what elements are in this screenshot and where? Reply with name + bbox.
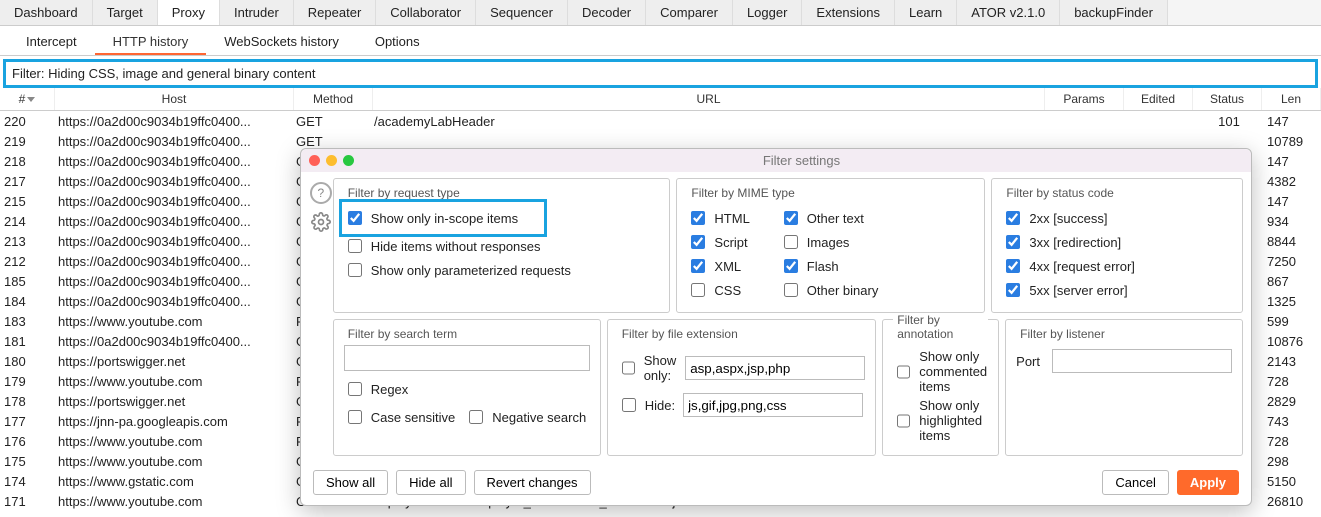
chk-other-text[interactable]: Other text bbox=[780, 208, 879, 228]
chk-negative[interactable]: Negative search bbox=[465, 407, 586, 427]
chk-flash[interactable]: Flash bbox=[780, 256, 879, 276]
subtab-websockets-history[interactable]: WebSockets history bbox=[206, 30, 357, 55]
chk-regex[interactable]: Regex bbox=[344, 379, 409, 399]
hide-all-button[interactable]: Hide all bbox=[396, 470, 465, 495]
box-label: Filter by MIME type bbox=[687, 186, 798, 200]
chk-3xx[interactable]: 3xx [redirection] bbox=[1002, 232, 1232, 252]
box-search: Filter by search term Regex Case sensiti… bbox=[333, 319, 601, 456]
chk-case[interactable]: Case sensitive bbox=[344, 407, 456, 427]
search-term-input[interactable] bbox=[344, 345, 590, 371]
box-label: Filter by annotation bbox=[893, 313, 988, 341]
tab-collaborator[interactable]: Collaborator bbox=[376, 0, 476, 25]
chk-show-only-ext[interactable]: Show only: bbox=[618, 353, 678, 383]
box-status: Filter by status code 2xx [success] 3xx … bbox=[991, 178, 1243, 313]
box-request-type: Filter by request type Show only in-scop… bbox=[333, 178, 671, 313]
chk-5xx[interactable]: 5xx [server error] bbox=[1002, 280, 1232, 300]
sub-tabs: InterceptHTTP historyWebSockets historyO… bbox=[0, 26, 1321, 56]
box-label: Filter by status code bbox=[1002, 186, 1117, 200]
tab-extensions[interactable]: Extensions bbox=[802, 0, 895, 25]
minimize-icon[interactable] bbox=[326, 155, 337, 166]
chk-xml[interactable]: XML bbox=[687, 256, 749, 276]
col-params[interactable]: Params bbox=[1045, 88, 1124, 110]
box-extension: Filter by file extension Show only: Hide… bbox=[607, 319, 877, 456]
tab-learn[interactable]: Learn bbox=[895, 0, 957, 25]
chevron-down-icon bbox=[27, 97, 35, 102]
filter-bar[interactable]: Filter: Hiding CSS, image and general bi… bbox=[3, 59, 1318, 88]
chk-css[interactable]: CSS bbox=[687, 280, 749, 300]
apply-button[interactable]: Apply bbox=[1177, 470, 1239, 495]
box-label: Filter by listener bbox=[1016, 327, 1109, 341]
tab-backupfinder[interactable]: backupFinder bbox=[1060, 0, 1168, 25]
chk-other-binary[interactable]: Other binary bbox=[780, 280, 879, 300]
help-icon[interactable]: ? bbox=[310, 182, 332, 204]
col-number[interactable]: # bbox=[0, 88, 55, 110]
box-annotation: Filter by annotation Show only commented… bbox=[882, 319, 999, 456]
col-host[interactable]: Host bbox=[55, 88, 294, 110]
chk-parameterized[interactable]: Show only parameterized requests bbox=[344, 260, 660, 280]
close-icon[interactable] bbox=[309, 155, 320, 166]
chk-script[interactable]: Script bbox=[687, 232, 749, 252]
chk-commented[interactable]: Show only commented items bbox=[893, 349, 988, 394]
chk-hide-ext[interactable]: Hide: bbox=[618, 395, 675, 415]
tab-target[interactable]: Target bbox=[93, 0, 158, 25]
chk-images[interactable]: Images bbox=[780, 232, 879, 252]
tab-dashboard[interactable]: Dashboard bbox=[0, 0, 93, 25]
col-edited[interactable]: Edited bbox=[1124, 88, 1193, 110]
revert-button[interactable]: Revert changes bbox=[474, 470, 591, 495]
gear-icon[interactable] bbox=[311, 212, 331, 232]
chk-highlighted[interactable]: Show only highlighted items bbox=[893, 398, 988, 443]
subtab-options[interactable]: Options bbox=[357, 30, 438, 55]
chk-inscope[interactable]: Show only in-scope items bbox=[344, 208, 518, 228]
tab-repeater[interactable]: Repeater bbox=[294, 0, 376, 25]
dialog-titlebar[interactable]: Filter settings bbox=[301, 149, 1251, 172]
table-header: # Host Method URL Params Edited Status L… bbox=[0, 88, 1321, 111]
box-mime: Filter by MIME type HTML Script XML CSS … bbox=[676, 178, 985, 313]
col-url[interactable]: URL bbox=[373, 88, 1045, 110]
filter-settings-dialog: Filter settings ? Filter by request type… bbox=[300, 148, 1252, 506]
col-len[interactable]: Len bbox=[1262, 88, 1321, 110]
table-row[interactable]: 220https://0a2d00c9034b19ffc0400...GET/a… bbox=[0, 111, 1321, 131]
tab-logger[interactable]: Logger bbox=[733, 0, 802, 25]
tab-proxy[interactable]: Proxy bbox=[158, 0, 220, 25]
subtab-http-history[interactable]: HTTP history bbox=[95, 30, 207, 55]
maximize-icon[interactable] bbox=[343, 155, 354, 166]
box-label: Filter by request type bbox=[344, 186, 464, 200]
box-label: Filter by file extension bbox=[618, 327, 742, 341]
chk-hide-no-response[interactable]: Hide items without responses bbox=[344, 236, 660, 256]
show-only-ext-input[interactable] bbox=[685, 356, 865, 380]
dialog-title: Filter settings bbox=[360, 153, 1243, 168]
chk-2xx[interactable]: 2xx [success] bbox=[1002, 208, 1232, 228]
chk-html[interactable]: HTML bbox=[687, 208, 749, 228]
subtab-intercept[interactable]: Intercept bbox=[8, 30, 95, 55]
cancel-button[interactable]: Cancel bbox=[1102, 470, 1168, 495]
show-all-button[interactable]: Show all bbox=[313, 470, 388, 495]
tab-decoder[interactable]: Decoder bbox=[568, 0, 646, 25]
tab-ator-v2-1-0[interactable]: ATOR v2.1.0 bbox=[957, 0, 1060, 25]
box-listener: Filter by listener Port bbox=[1005, 319, 1243, 456]
hide-ext-input[interactable] bbox=[683, 393, 863, 417]
top-tabs: DashboardTargetProxyIntruderRepeaterColl… bbox=[0, 0, 1321, 26]
tab-sequencer[interactable]: Sequencer bbox=[476, 0, 568, 25]
box-label: Filter by search term bbox=[344, 327, 461, 341]
port-input[interactable] bbox=[1052, 349, 1232, 373]
tab-intruder[interactable]: Intruder bbox=[220, 0, 294, 25]
col-method[interactable]: Method bbox=[294, 88, 373, 110]
port-label: Port bbox=[1016, 354, 1040, 369]
tab-comparer[interactable]: Comparer bbox=[646, 0, 733, 25]
chk-4xx[interactable]: 4xx [request error] bbox=[1002, 256, 1232, 276]
col-status[interactable]: Status bbox=[1193, 88, 1262, 110]
